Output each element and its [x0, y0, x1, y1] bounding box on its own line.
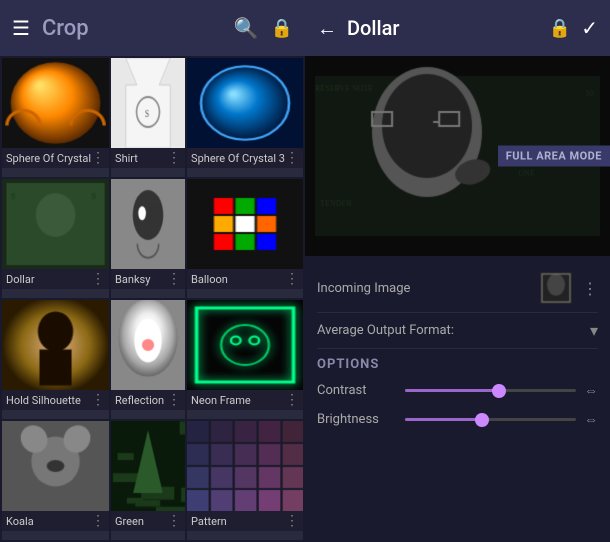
more-icon[interactable]: ⋮	[91, 392, 105, 408]
full-area-mode-badge: FULL AREA MODE	[498, 146, 610, 167]
grid-item-pattern[interactable]: Pattern ⋮	[187, 421, 303, 540]
grid-item-crystal3[interactable]: Sphere Of Crystal 3 ⋮	[187, 58, 303, 177]
grid-item-name: Hold Silhouette	[6, 394, 91, 407]
lock-icon[interactable]: 🔒	[271, 18, 293, 39]
incoming-more-icon[interactable]: ⋮	[582, 279, 598, 298]
brightness-arrows: ⇔	[584, 411, 598, 428]
right-lock-icon[interactable]: 🔒	[549, 18, 571, 39]
more-icon[interactable]: ⋮	[285, 150, 299, 166]
more-icon[interactable]: ⋮	[285, 271, 299, 287]
grid-item-name: Dollar	[6, 273, 91, 286]
main-image-area: FULL AREA MODE	[305, 56, 610, 256]
contrast-row: Contrast ⇔	[317, 376, 598, 405]
grid-item-name: Koala	[6, 515, 91, 528]
more-icon[interactable]: ⋮	[285, 513, 299, 529]
incoming-image-thumb	[540, 272, 572, 304]
grid-item-name: Reflection	[115, 394, 167, 407]
left-panel: ☰ Crop 🔍 🔒 Sphere Of Crystal ⋮ Shirt ⋮ S…	[0, 0, 305, 542]
grid-item-dollar[interactable]: Dollar ⋮	[2, 179, 109, 298]
grid-item-name: Balloon	[191, 273, 285, 286]
grid-item-reflection[interactable]: Reflection ⋮	[111, 300, 185, 419]
search-icon[interactable]: 🔍	[234, 16, 259, 40]
options-section-title: OPTIONS	[317, 349, 598, 376]
right-options: Incoming Image ⋮ Average Output Format: …	[305, 256, 610, 542]
more-icon[interactable]: ⋮	[285, 392, 299, 408]
grid-item-hold[interactable]: Hold Silhouette ⋮	[2, 300, 109, 419]
brightness-slider[interactable]	[405, 418, 576, 421]
more-icon[interactable]: ⋮	[91, 513, 105, 529]
contrast-slider[interactable]	[405, 389, 576, 392]
grid-item-name: Sphere Of Crystal	[6, 152, 91, 165]
right-header: ← Dollar 🔒 ✓	[305, 0, 610, 56]
check-button[interactable]: ✓	[581, 16, 598, 40]
more-icon[interactable]: ⋮	[167, 271, 181, 287]
grid-item-name: Banksy	[115, 273, 167, 286]
contrast-arrows: ⇔	[584, 382, 598, 399]
back-button[interactable]: ←	[317, 16, 337, 41]
left-title: Crop	[42, 16, 222, 41]
grid-item-name: Sphere Of Crystal 3	[191, 152, 285, 165]
more-icon[interactable]: ⋮	[167, 392, 181, 408]
avg-output-label: Average Output Format:	[317, 323, 590, 338]
avg-output-arrow[interactable]: ▾	[590, 321, 598, 340]
grid-container: Sphere Of Crystal ⋮ Shirt ⋮ Sphere Of Cr…	[0, 56, 305, 542]
more-icon[interactable]: ⋮	[167, 513, 181, 529]
brightness-row: Brightness ⇔	[317, 405, 598, 434]
grid-item-balloon[interactable]: Balloon ⋮	[187, 179, 303, 298]
grid-item-name: Green	[115, 515, 167, 528]
grid-item-koala[interactable]: Koala ⋮	[2, 421, 109, 540]
contrast-label: Contrast	[317, 383, 397, 398]
incoming-image-label: Incoming Image	[317, 281, 540, 296]
grid-item-shirt[interactable]: Shirt ⋮	[111, 58, 185, 177]
grid-item-green[interactable]: Green ⋮	[111, 421, 185, 540]
grid-item-name: Shirt	[115, 152, 167, 165]
grid-item-neon[interactable]: Neon Frame ⋮	[187, 300, 303, 419]
avg-output-row[interactable]: Average Output Format: ▾	[317, 313, 598, 349]
brightness-label: Brightness	[317, 412, 397, 427]
more-icon[interactable]: ⋮	[91, 271, 105, 287]
grid-item-name: Neon Frame	[191, 394, 285, 407]
right-title: Dollar	[347, 16, 539, 40]
more-icon[interactable]: ⋮	[91, 150, 105, 166]
grid-item-name: Pattern	[191, 515, 285, 528]
hamburger-icon[interactable]: ☰	[12, 16, 30, 40]
incoming-image-row[interactable]: Incoming Image ⋮	[317, 264, 598, 313]
more-icon[interactable]: ⋮	[167, 150, 181, 166]
grid-item-sphere-of-crystal[interactable]: Sphere Of Crystal ⋮	[2, 58, 109, 177]
left-header: ☰ Crop 🔍 🔒	[0, 0, 305, 56]
right-panel: ← Dollar 🔒 ✓ FULL AREA MODE Incoming Ima…	[305, 0, 610, 542]
grid-item-banksy[interactable]: Banksy ⋮	[111, 179, 185, 298]
